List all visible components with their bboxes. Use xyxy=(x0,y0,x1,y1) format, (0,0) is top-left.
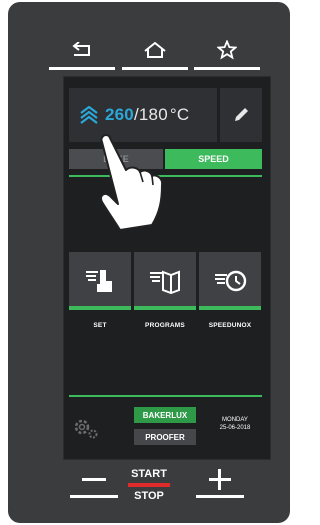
programs-label: PROGRAMS xyxy=(145,322,185,329)
minus-button[interactable] xyxy=(70,468,118,498)
programs-book-icon xyxy=(150,270,180,294)
back-button[interactable] xyxy=(49,30,115,70)
temperature-value: 260/180 °C xyxy=(105,105,189,125)
speedunox-clock-icon xyxy=(215,270,247,292)
minus-icon xyxy=(82,478,106,481)
programs-button[interactable] xyxy=(134,252,196,310)
plus-icon-v xyxy=(218,469,221,490)
start-stop-indicator xyxy=(128,483,170,487)
home-button[interactable] xyxy=(122,30,188,70)
target-temperature: 180 xyxy=(138,105,168,124)
edit-temperature-button[interactable] xyxy=(220,88,262,142)
back-arrow-icon xyxy=(72,42,90,56)
set-hand-icon xyxy=(86,270,112,292)
home-icon xyxy=(144,41,166,58)
chevron-up-heat-icon xyxy=(80,106,98,124)
pointing-hand-icon xyxy=(100,134,164,231)
proofer-mode[interactable]: PROOFER xyxy=(134,429,196,445)
bakerlux-mode[interactable]: BAKERLUX xyxy=(134,407,196,423)
status-divider xyxy=(69,395,262,397)
current-temperature: 260 xyxy=(105,105,134,124)
favorite-button[interactable] xyxy=(194,30,260,70)
speedunox-label: SPEEDUNOX xyxy=(208,322,252,329)
pencil-icon xyxy=(235,108,248,121)
oven-control-panel: 260/180°C BAKE SPEED xyxy=(8,2,290,523)
date-display: MONDAY 25-06-2018 xyxy=(207,416,263,432)
speedunox-button[interactable] xyxy=(199,252,261,310)
start-label: START xyxy=(131,468,167,480)
plus-underline xyxy=(196,495,244,498)
set-label: SET xyxy=(93,322,107,329)
temperature-unit: °C xyxy=(169,105,190,124)
star-icon xyxy=(217,40,237,60)
stop-label: STOP xyxy=(134,490,164,502)
weekday: MONDAY xyxy=(222,417,248,423)
minus-underline xyxy=(70,495,118,498)
start-stop-button[interactable]: START STOP xyxy=(126,468,172,508)
set-button[interactable] xyxy=(69,252,131,310)
settings-gears-icon[interactable] xyxy=(72,415,100,441)
plus-button[interactable] xyxy=(196,468,244,498)
tab-speed[interactable]: SPEED xyxy=(165,149,262,169)
calendar-date: 25-06-2018 xyxy=(219,425,251,431)
